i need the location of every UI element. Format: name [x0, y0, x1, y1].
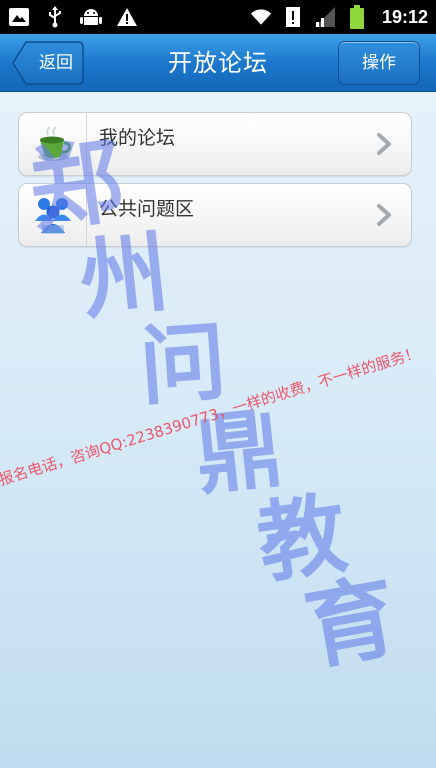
page-title: 开放论坛 [168, 49, 268, 77]
watermark-char: 问 [136, 311, 230, 418]
status-bar-left [8, 6, 138, 28]
status-time: 19:12 [381, 6, 428, 27]
watermark-char: 州 [74, 219, 174, 333]
back-button[interactable]: 返回 [12, 41, 84, 85]
wifi-icon [250, 6, 272, 28]
watermark-char: 郑 [22, 126, 130, 246]
action-button[interactable]: 操作 [338, 41, 420, 85]
chevron-right-icon [377, 133, 391, 155]
status-bar: 19:12 [0, 0, 436, 34]
signal-icon [314, 6, 336, 28]
chevron-right-icon [377, 204, 391, 226]
android-debug-icon [80, 6, 102, 28]
screenshot-icon [8, 6, 30, 28]
warning-icon [116, 6, 138, 28]
alert-icon [282, 6, 304, 28]
battery-icon [346, 5, 368, 29]
back-button-label: 返回 [39, 53, 73, 73]
usb-icon [44, 6, 66, 28]
watermark-char: 育 [297, 562, 405, 684]
title-bar: 返回 开放论坛 操作 [0, 34, 436, 92]
status-bar-right: 19:12 [250, 4, 428, 30]
